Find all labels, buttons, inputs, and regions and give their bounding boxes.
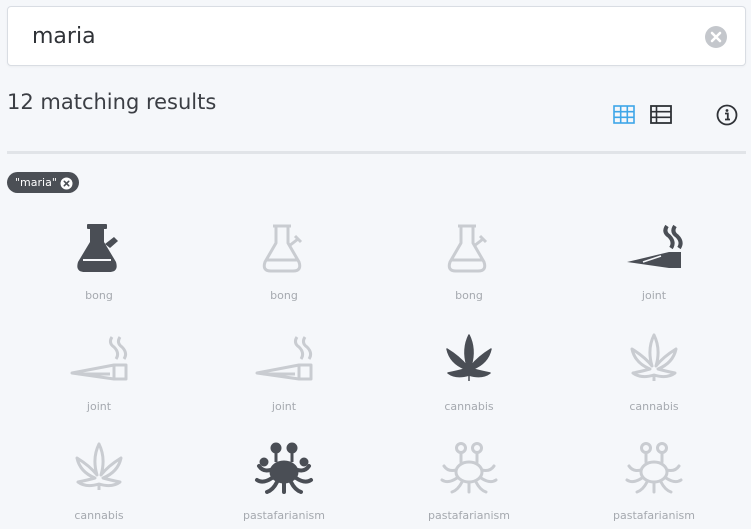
info-button[interactable]	[716, 104, 738, 126]
bong-icon	[77, 224, 118, 272]
icon-result-label: bong	[455, 289, 483, 302]
joint-icon	[255, 336, 313, 381]
joint-icon	[70, 336, 128, 381]
grid-view-button[interactable]	[613, 105, 635, 125]
results-heading: 12 matching results	[7, 90, 217, 114]
remove-filter-button[interactable]	[60, 176, 73, 190]
joint-icon	[627, 224, 683, 268]
icon-result-pastafarianism[interactable]: pastafarianism	[579, 430, 729, 529]
icon-result-label: joint	[641, 289, 667, 302]
cannabis-icon	[446, 334, 492, 381]
cannabis-icon	[75, 442, 123, 490]
icon-result-cannabis[interactable]: cannabis	[394, 321, 544, 421]
icon-result-cannabis[interactable]: cannabis	[579, 321, 729, 421]
icon-result-bong[interactable]: bong	[394, 210, 544, 310]
icon-result-cannabis[interactable]: cannabis	[24, 430, 174, 529]
icon-result-label: joint	[86, 400, 112, 413]
icon-result-label: joint	[271, 400, 297, 413]
filter-tag: "maria"	[7, 172, 79, 193]
icon-result-pastafarianism[interactable]: pastafarianism	[394, 430, 544, 529]
filter-tag-label: "maria"	[15, 176, 57, 189]
icon-result-label: bong	[270, 289, 298, 302]
icon-result-joint[interactable]: joint	[579, 210, 729, 310]
bong-icon	[447, 224, 488, 273]
icon-result-label: cannabis	[629, 400, 679, 413]
remove-icon	[60, 177, 73, 190]
icon-result-label: cannabis	[74, 509, 124, 522]
icon-result-bong[interactable]: bong	[24, 210, 174, 310]
icon-result-label: cannabis	[444, 400, 494, 413]
close-icon	[710, 31, 722, 43]
pastafarianism-icon	[440, 442, 498, 494]
icon-result-joint[interactable]: joint	[209, 321, 359, 421]
list-icon	[650, 105, 672, 124]
icon-result-label: bong	[85, 289, 113, 302]
list-view-button[interactable]	[650, 105, 672, 125]
icon-result-label: pastafarianism	[613, 509, 695, 522]
grid-icon	[613, 105, 635, 124]
bong-icon	[262, 224, 303, 273]
pastafarianism-icon	[625, 442, 683, 494]
clear-search-button[interactable]	[705, 26, 727, 48]
pastafarianism-icon	[255, 442, 313, 494]
icon-result-bong[interactable]: bong	[209, 210, 359, 310]
icon-result-joint[interactable]: joint	[24, 321, 174, 421]
icon-result-label: pastafarianism	[243, 509, 325, 522]
icon-result-label: pastafarianism	[428, 509, 510, 522]
search-input[interactable]	[32, 19, 682, 53]
cannabis-icon	[630, 333, 678, 381]
info-icon	[716, 104, 738, 126]
icon-result-pastafarianism[interactable]: pastafarianism	[209, 430, 359, 529]
search-box	[7, 6, 746, 66]
divider	[7, 151, 746, 154]
